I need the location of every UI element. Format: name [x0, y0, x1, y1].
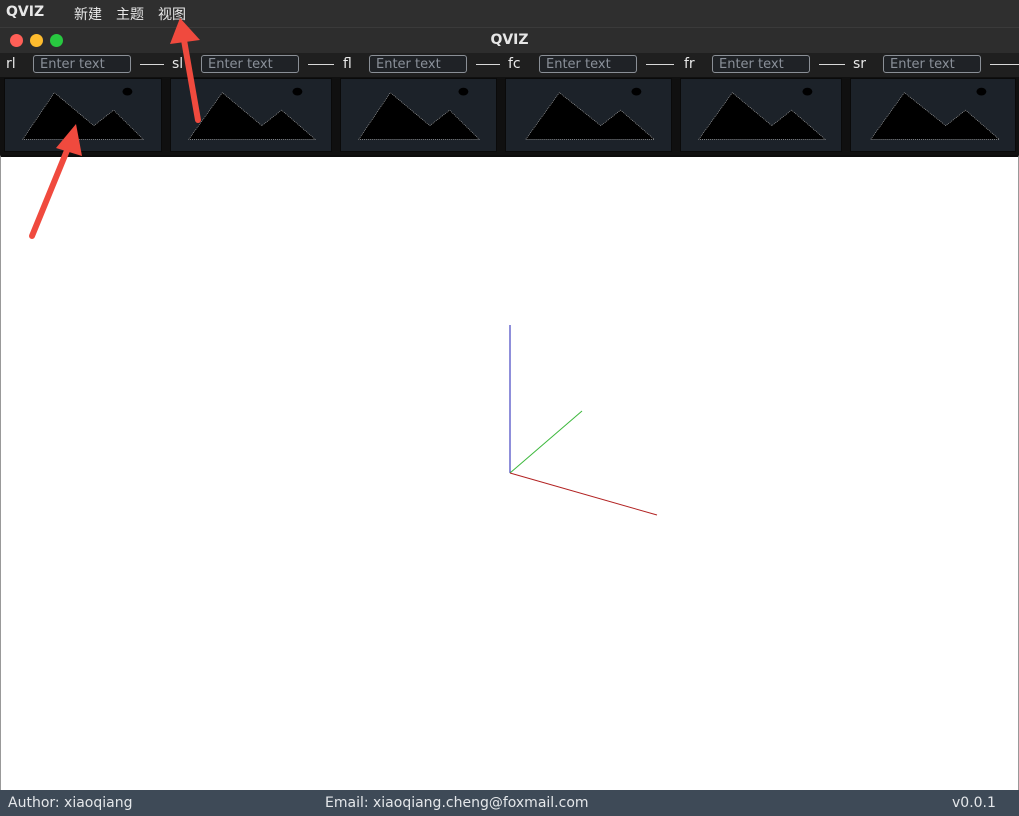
camera-label-fr: fr	[684, 56, 695, 72]
camera-image-strip	[0, 77, 1019, 155]
image-placeholder-icon	[698, 87, 826, 140]
3d-viewport[interactable]	[0, 155, 1019, 792]
camera-image-fc[interactable]	[505, 78, 672, 152]
camera-topic-input-rl[interactable]	[33, 55, 131, 73]
image-placeholder-icon	[358, 87, 480, 140]
camera-topic-input-sl[interactable]	[201, 55, 299, 73]
camera-label-fl: fl	[343, 56, 352, 72]
image-placeholder-icon	[22, 87, 144, 140]
camera-topic-bar: rl sl fl fc fr sr	[0, 53, 1019, 77]
camera-topic-input-fl[interactable]	[369, 55, 467, 73]
camera-image-rl[interactable]	[4, 78, 162, 152]
camera-label-sl: sl	[172, 56, 184, 72]
y-axis-line	[509, 410, 583, 474]
image-placeholder-icon	[188, 87, 316, 140]
menu-view[interactable]: 视图	[158, 4, 186, 24]
camera-label-fc: fc	[508, 56, 521, 72]
separator	[140, 64, 164, 65]
camera-topic-input-fr[interactable]	[712, 55, 810, 73]
app-name: QVIZ	[6, 4, 45, 20]
separator	[646, 64, 674, 65]
menu-new[interactable]: 新建	[74, 4, 102, 24]
separator	[990, 64, 1019, 65]
image-placeholder-icon	[870, 87, 1000, 140]
version-text: v0.0.1	[952, 795, 996, 811]
camera-image-sl[interactable]	[170, 78, 332, 152]
menu-theme[interactable]: 主题	[116, 4, 144, 24]
separator	[308, 64, 334, 65]
app-menubar: QVIZ 新建 主题 视图	[0, 0, 1019, 27]
x-axis-line	[509, 472, 658, 516]
separator	[819, 64, 845, 65]
window-title: QVIZ	[490, 32, 529, 48]
status-bar: Author: xiaoqiang Email: xiaoqiang.cheng…	[0, 790, 1019, 816]
axes-gizmo	[509, 325, 658, 516]
camera-topic-input-sr[interactable]	[883, 55, 981, 73]
image-placeholder-icon	[525, 87, 655, 140]
email-text: Email: xiaoqiang.cheng@foxmail.com	[325, 795, 589, 811]
camera-image-sr[interactable]	[850, 78, 1016, 152]
camera-image-fr[interactable]	[680, 78, 842, 152]
separator	[476, 64, 500, 65]
camera-topic-input-fc[interactable]	[539, 55, 637, 73]
camera-label-rl: rl	[6, 56, 16, 72]
camera-image-fl[interactable]	[340, 78, 497, 152]
camera-label-sr: sr	[853, 56, 867, 72]
window-titlebar: QVIZ	[0, 27, 1019, 53]
author-text: Author: xiaoqiang	[8, 795, 133, 811]
